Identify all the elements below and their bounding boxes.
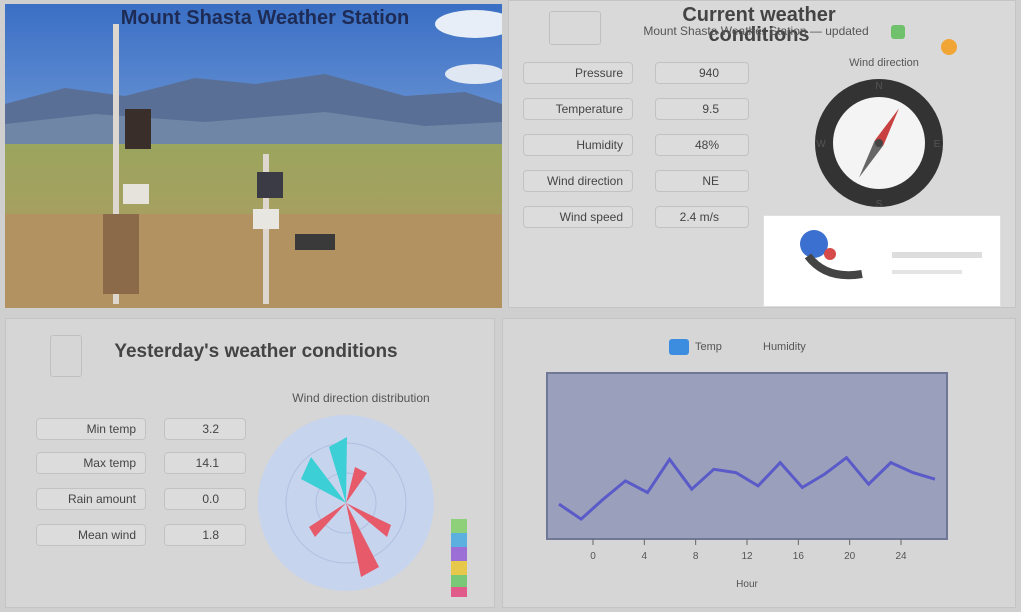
compass-mark-s: S — [876, 199, 883, 210]
colorbar-segment — [451, 561, 467, 575]
yesterday-field-mean-wind: Mean wind 1.8 — [36, 523, 246, 547]
temperature-chart: 0 4 8 12 16 20 24 Hour — [546, 372, 948, 590]
compass-mark-w: W — [816, 139, 826, 150]
x-tick-label: 12 — [741, 551, 753, 562]
current-conditions-subtitle: Mount Shasta Weather Station — updated — [643, 24, 869, 38]
current-field-wind-speed: Wind speed 2.4 m/s — [509, 205, 759, 229]
field-label: Mean wind — [77, 528, 136, 542]
colorbar-segment — [451, 587, 467, 597]
current-field-wind-direction: Wind direction NE — [509, 169, 759, 193]
logo-graphic — [800, 230, 982, 280]
field-value: 3.2 — [202, 422, 219, 436]
x-tick-label: 0 — [590, 551, 596, 562]
field-label: Humidity — [576, 138, 623, 152]
colorbar-segment — [451, 533, 467, 547]
field-value: 9.5 — [702, 102, 719, 116]
current-conditions-panel: Current weather conditions Mount Shasta … — [508, 0, 1016, 308]
field-label: Wind speed — [559, 210, 623, 224]
field-label: Temperature — [555, 102, 623, 116]
field-value: NE — [702, 174, 719, 188]
field-label: Wind direction — [546, 174, 623, 188]
colorbar-segment — [451, 547, 467, 561]
compass-mark-e: E — [934, 139, 941, 150]
current-field-pressure: Pressure 940 — [509, 61, 759, 85]
wind-compass: N E S W — [815, 79, 943, 210]
compass-mark-n: N — [875, 81, 882, 92]
field-value: 1.8 — [202, 528, 219, 542]
status-led-orange — [941, 39, 957, 55]
field-value: 48% — [694, 138, 719, 152]
field-value: 14.1 — [195, 456, 219, 470]
x-tick-label: 16 — [793, 551, 805, 562]
x-axis-label: Hour — [736, 579, 758, 590]
x-tick-label: 8 — [693, 551, 699, 562]
yesterday-badge — [50, 335, 82, 377]
field-value: 0.0 — [202, 492, 219, 506]
x-axis: 0 4 8 12 16 20 24 — [590, 539, 907, 562]
colorbar-segment — [451, 575, 467, 587]
current-field-temperature: Temperature 9.5 — [509, 97, 759, 121]
station-photo — [5, 4, 502, 308]
wind-rose-title: Wind direction distribution — [292, 391, 430, 405]
field-value: 940 — [698, 66, 719, 80]
yesterday-field-rain: Rain amount 0.0 — [36, 487, 246, 511]
field-label: Min temp — [86, 422, 136, 436]
yesterday-conditions-panel: Yesterday's weather conditions Min temp … — [5, 318, 495, 608]
colorbar-segment — [451, 519, 467, 533]
compass-hub — [875, 139, 883, 147]
field-value: 2.4 m/s — [679, 210, 719, 224]
institution-logo — [763, 215, 1001, 307]
field-label: Rain amount — [67, 492, 136, 506]
yesterday-field-min-temp: Min temp 3.2 — [36, 417, 246, 441]
x-tick-label: 20 — [844, 551, 856, 562]
compass-title: Wind direction — [849, 57, 919, 69]
current-field-humidity: Humidity 48% — [509, 133, 759, 157]
photo-title: Mount Shasta Weather Station — [120, 7, 410, 29]
station-badge — [549, 11, 601, 45]
wind-rose — [258, 415, 467, 597]
yesterday-field-max-temp: Max temp 14.1 — [36, 451, 246, 475]
field-label: Pressure — [574, 66, 623, 80]
history-chart-panel: Temp Humidity 0 4 8 12 16 20 24 Hour — [502, 318, 1016, 608]
field-label: Max temp — [83, 456, 136, 470]
plot-area — [546, 372, 948, 540]
station-photo-panel: Mount Shasta Weather Station — [5, 4, 502, 308]
yesterday-title: Yesterday's weather conditions — [114, 341, 398, 362]
x-tick-label: 24 — [895, 551, 907, 562]
status-led-green — [891, 25, 905, 39]
x-tick-label: 4 — [642, 551, 648, 562]
